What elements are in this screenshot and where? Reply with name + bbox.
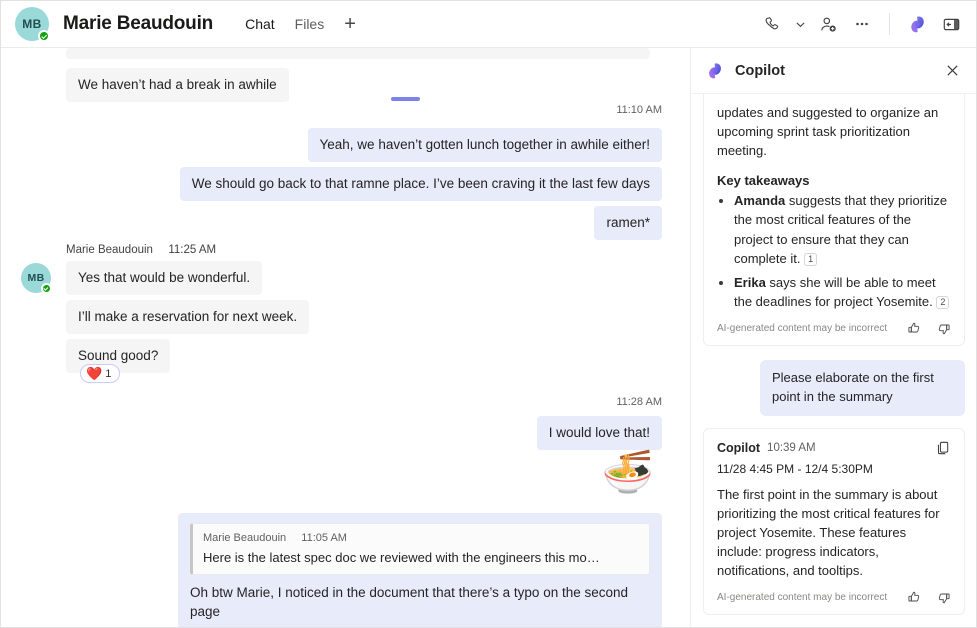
chevron-down-icon[interactable]: [791, 9, 809, 39]
copilot-response-header: Copilot 10:39 AM: [717, 440, 951, 456]
copilot-response-author: Copilot: [717, 441, 760, 455]
copilot-summary-paragraph: updates and suggested to organize an upc…: [717, 94, 951, 160]
copilot-icon: [705, 61, 725, 81]
reaction-count: 1: [105, 368, 111, 380]
quoted-message-text: Here is the latest spec doc we reviewed …: [203, 549, 639, 567]
presence-available-icon: [38, 30, 50, 42]
list-item: Erika says she will be able to meet the …: [734, 273, 951, 311]
quoted-message[interactable]: Marie Beaudouin 11:05 AM Here is the lat…: [190, 523, 650, 575]
copilot-panel-title: Copilot: [735, 63, 785, 79]
quoted-message-meta: Marie Beaudouin 11:05 AM: [203, 531, 639, 546]
copilot-user-prompt: Please elaborate on the first point in t…: [760, 360, 965, 416]
copilot-response-date-range: 11/28 4:45 PM - 12/4 5:30PM: [717, 462, 951, 476]
thumbs-up-icon[interactable]: [907, 590, 922, 605]
list-item[interactable]: We should go back to that ramne place. I…: [180, 167, 662, 201]
thumbs-down-icon[interactable]: [936, 321, 951, 336]
copy-icon[interactable]: [935, 440, 951, 456]
header-divider: [889, 13, 890, 35]
ai-disclaimer: AI-generated content may be incorrect: [717, 323, 887, 334]
list-item[interactable]: We haven’t had a break in awhile: [66, 68, 289, 102]
quoted-timestamp: 11:05 AM: [301, 532, 347, 544]
avatar[interactable]: MB: [15, 7, 49, 41]
chat-message-list[interactable]: We haven’t had a break in awhile 11:10 A…: [2, 48, 690, 628]
copilot-key-takeaways-heading: Key takeaways: [717, 173, 951, 188]
list-item[interactable]: Yes that would be wonderful.: [66, 261, 262, 295]
list-item[interactable]: [66, 48, 650, 59]
teams-chat-window: MB Marie Beaudouin Chat Files +: [0, 0, 977, 628]
list-item[interactable]: Yeah, we haven’t gotten lunch together i…: [308, 128, 662, 162]
ramen-emoji-icon[interactable]: 🍜: [602, 451, 654, 493]
copilot-conversation[interactable]: updates and suggested to organize an upc…: [691, 94, 977, 615]
message-timestamp: 11:28 AM: [616, 396, 662, 408]
copilot-panel: Copilot updates and suggested to organiz…: [690, 48, 977, 628]
more-options-icon[interactable]: [847, 9, 877, 39]
message-timestamp: 11:10 AM: [616, 104, 662, 116]
quoted-sender-name: Marie Beaudouin: [203, 532, 286, 544]
chat-header-identity: MB Marie Beaudouin Chat Files +: [1, 7, 366, 41]
chat-header: MB Marie Beaudouin Chat Files +: [1, 1, 977, 48]
heart-icon: ❤️: [86, 367, 102, 380]
chat-header-actions: [757, 9, 977, 39]
takeaway-subject: Erika: [734, 275, 766, 290]
open-side-panel-icon[interactable]: [936, 9, 966, 39]
message-sender-line: Marie Beaudouin 11:25 AM: [66, 244, 216, 256]
copilot-response-timestamp: 10:39 AM: [767, 442, 816, 454]
avatar[interactable]: MB: [21, 263, 51, 293]
list-item[interactable]: I’ll make a reservation for next week.: [66, 300, 309, 334]
message-reaction-heart[interactable]: ❤️ 1: [80, 364, 120, 383]
list-item[interactable]: I would love that!: [537, 416, 662, 450]
tab-files[interactable]: Files: [285, 10, 335, 38]
add-tab-button[interactable]: +: [334, 12, 366, 36]
copilot-icon[interactable]: [902, 9, 932, 39]
thumbs-up-icon[interactable]: [907, 321, 922, 336]
copilot-response-card: Copilot 10:39 AM 11/28 4:45 PM - 12/4 5:…: [703, 428, 965, 616]
chat-scrollbar-thumb[interactable]: [391, 97, 420, 101]
list-item[interactable]: ramen*: [594, 206, 662, 240]
copilot-key-takeaways-list: Amanda suggests that they prioritize the…: [717, 191, 951, 311]
message-sender-name: Marie Beaudouin: [66, 244, 153, 256]
message-timestamp: 11:25 AM: [168, 244, 216, 256]
takeaway-subject: Amanda: [734, 193, 785, 208]
tab-chat[interactable]: Chat: [235, 10, 285, 38]
call-icon[interactable]: [757, 9, 787, 39]
presence-available-icon: [41, 283, 52, 294]
list-item[interactable]: Marie Beaudouin 11:05 AM Here is the lat…: [178, 513, 662, 628]
page-title: Marie Beaudouin: [63, 13, 213, 35]
citation-badge[interactable]: 2: [936, 296, 949, 309]
thumbs-down-icon[interactable]: [936, 590, 951, 605]
message-text: Oh btw Marie, I noticed in the document …: [190, 584, 650, 620]
copilot-panel-header: Copilot: [691, 48, 977, 94]
copilot-summary-card: updates and suggested to organize an upc…: [703, 94, 965, 346]
feedback-actions: [907, 590, 951, 605]
feedback-actions: [907, 321, 951, 336]
close-icon[interactable]: [939, 58, 965, 84]
copilot-response-footer: AI-generated content may be incorrect: [717, 590, 951, 605]
list-item: Amanda suggests that they prioritize the…: [734, 191, 951, 267]
copilot-summary-footer: AI-generated content may be incorrect: [717, 321, 951, 336]
add-people-icon[interactable]: [813, 9, 843, 39]
chat-tabs: Chat Files +: [235, 10, 366, 38]
ai-disclaimer: AI-generated content may be incorrect: [717, 592, 887, 603]
citation-badge[interactable]: 1: [804, 253, 817, 266]
copilot-response-body: The first point in the summary is about …: [717, 485, 951, 581]
